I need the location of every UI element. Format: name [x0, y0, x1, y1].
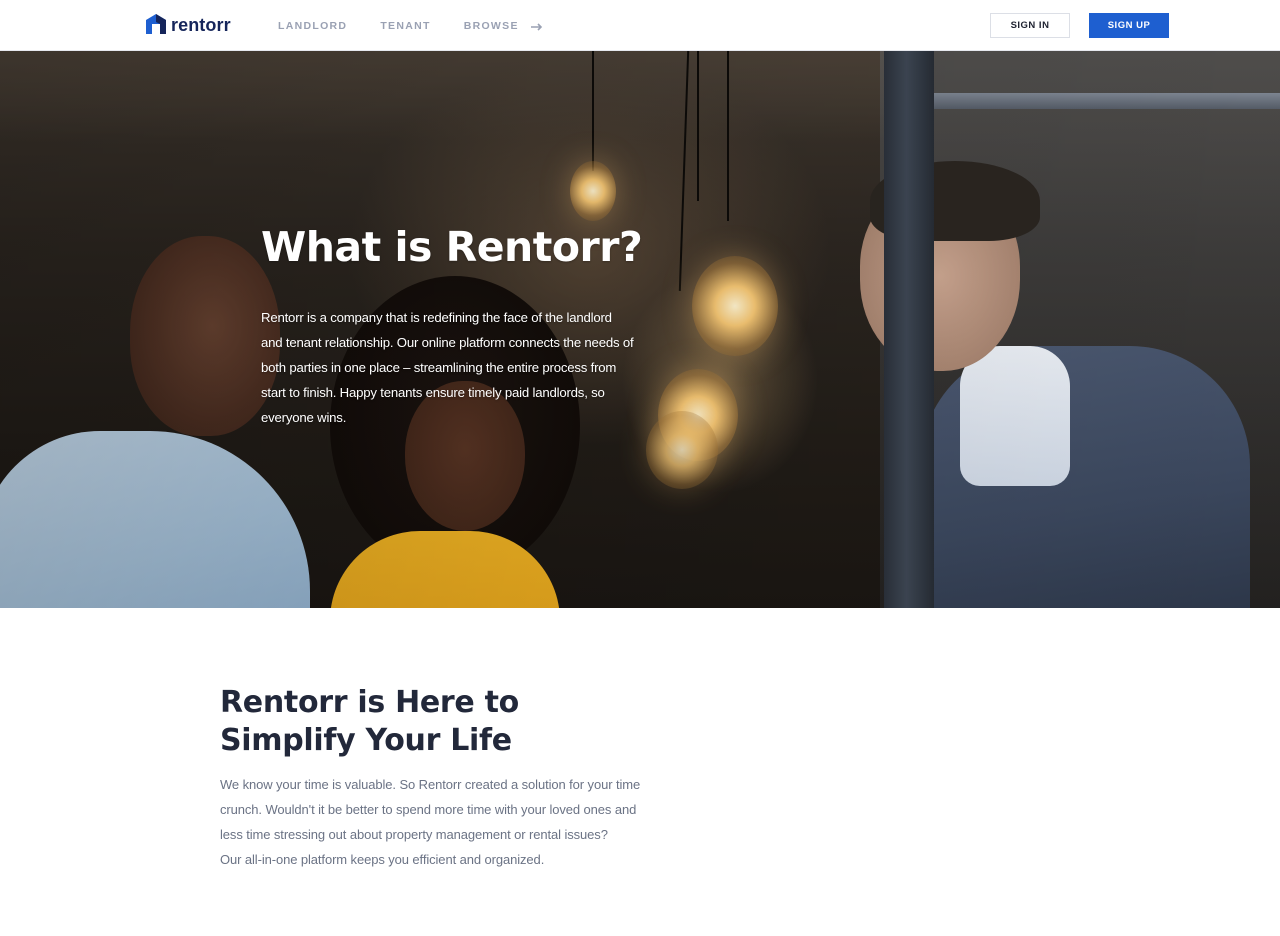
simplify-line: less time stressing out about property m… — [220, 827, 608, 842]
simplify-title: Rentorr is Here to Simplify Your Life — [220, 685, 519, 758]
main-nav: LANDLORD TENANT BROWSE — [278, 0, 576, 51]
site-header: rentorr LANDLORD TENANT BROWSE SIGN IN S… — [0, 0, 1280, 51]
house-logo-icon — [145, 13, 167, 37]
simplify-line: Our all-in-one platform keeps you effici… — [220, 852, 545, 867]
hero-title: What is Rentorr? — [261, 223, 643, 271]
logo-text: rentorr — [171, 15, 231, 35]
sign-in-button[interactable]: SIGN IN — [990, 13, 1070, 38]
simplify-line: We know your time is valuable. So Rentor… — [220, 777, 641, 792]
simplify-description: We know your time is valuable. So Rentor… — [220, 772, 650, 872]
sign-up-button[interactable]: SIGN UP — [1089, 13, 1169, 38]
hero-description: Rentorr is a company that is redefining … — [261, 310, 634, 425]
nav-item-landlord[interactable]: LANDLORD — [278, 20, 347, 32]
nav-item-browse-label: BROWSE — [463, 19, 519, 32]
logo-link[interactable]: rentorr — [145, 13, 231, 37]
simplify-line: crunch. Wouldn't it be better to spend m… — [220, 802, 637, 817]
nav-item-tenant[interactable]: TENANT — [380, 20, 430, 32]
hero-section: What is Rentorr? Rentorr is a company th… — [0, 51, 1280, 608]
nav-item-browse[interactable]: BROWSE — [464, 20, 543, 32]
arrow-right-icon — [530, 22, 543, 31]
